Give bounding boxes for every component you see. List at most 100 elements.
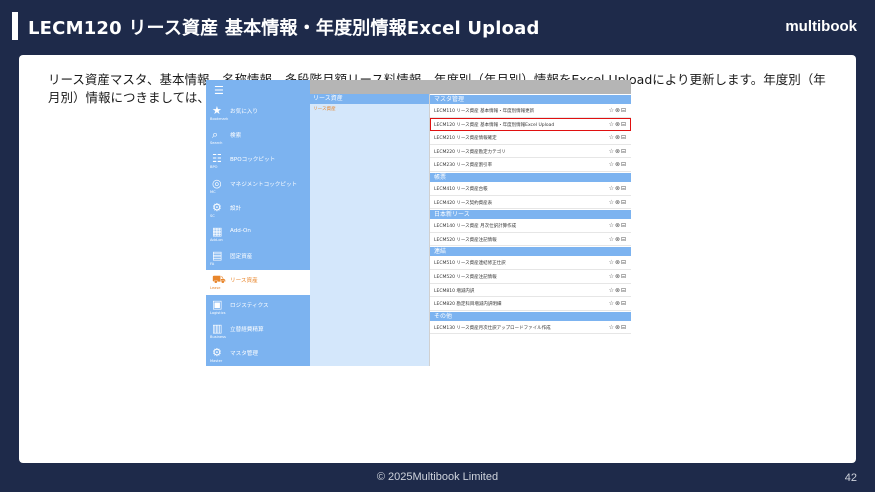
sidebar-item-label: BPOコックピット: [230, 157, 276, 164]
sidebar-item-sublabel: Lease: [210, 286, 221, 291]
sidebar-item-sublabel: Logistics: [210, 310, 226, 315]
row-action-icons[interactable]: ☆⊗⊟: [609, 273, 627, 280]
row-action-icons[interactable]: ☆⊗⊟: [609, 199, 627, 206]
sidebar-item-sublabel: Business: [210, 334, 226, 339]
hamburger-menu-icon[interactable]: ☰: [214, 85, 224, 96]
program-link[interactable]: LECM410 リース資産台帳: [434, 186, 488, 192]
program-link[interactable]: LECM110 リース資産 基本情報・年度別情報更新: [434, 108, 534, 114]
program-row[interactable]: LECM820 勘定科目増減内訳明細 ☆⊗⊟: [430, 297, 631, 311]
program-link[interactable]: LECM820 勘定科目増減内訳明細: [434, 301, 501, 307]
slide-title: LECM120 リース資産 基本情報・年度別情報Excel Upload: [28, 18, 540, 39]
sidebar-item-label: 立替経費精算: [230, 326, 264, 333]
sidebar-item-label: お気に入り: [230, 109, 258, 115]
sidebar-item-sublabel: Search: [210, 141, 223, 146]
row-action-icons[interactable]: ☆⊗⊟: [609, 107, 627, 114]
app-sidebar: ☰ ★ お気に入り Bookmark ⌕ 検索 Search ☷ BPOコックピット BPO ◎ マ…: [206, 80, 310, 366]
program-row[interactable]: LECM810 増減内訳 ☆⊗⊟: [430, 283, 631, 298]
footer-copyright: © 2025Multibook Limited: [376, 471, 499, 483]
star-icon: ★: [212, 104, 222, 117]
program-row[interactable]: LECM220 リース資産勘定カテゴリ ☆⊗⊟: [430, 144, 631, 159]
group-header: 日本新リース: [430, 209, 631, 220]
program-link[interactable]: LECM230 リース資産割引率: [434, 162, 492, 168]
program-list-panel: マスタ管理 LECM110 リース資産 基本情報・年度別情報更新 ☆⊗⊟ LECM12…: [429, 94, 631, 366]
row-action-icons[interactable]: ☆⊗⊟: [609, 259, 627, 266]
page-number: 42: [844, 472, 857, 484]
sidebar-item[interactable]: ★ お気に入り Bookmark: [206, 101, 310, 125]
program-row[interactable]: LECM520 リース資産注記情報 ☆⊗⊟: [430, 269, 631, 284]
program-link[interactable]: LECM140 リース資産 月次仕訳計算作成: [434, 223, 516, 229]
row-action-icons[interactable]: ☆⊗⊟: [609, 121, 627, 128]
sidebar-item[interactable]: ⌕ 検索 Search: [206, 125, 310, 149]
sidebar-item[interactable]: ⚙ 設計 SC: [206, 198, 310, 222]
sidebar-item-label: 固定資産: [230, 254, 253, 261]
group-header: 帳票: [430, 171, 631, 182]
program-row[interactable]: LECM120 リース資産 基本情報・年度別情報Excel Upload ☆⊗⊟: [430, 117, 631, 132]
sidebar-item-label: マスタ管理: [230, 350, 258, 357]
sidebar-item-sublabel: SC: [210, 213, 215, 218]
sidebar-item-sublabel: Bookmark: [210, 117, 229, 121]
sidebar-item-sublabel: Master: [210, 358, 223, 363]
sidebar-item-sublabel: BPO: [210, 165, 218, 170]
sidebar-item-label: 設計: [230, 205, 242, 212]
group-header: 連結: [430, 246, 631, 257]
program-row[interactable]: LECM210 リース資産情報確定 ☆⊗⊟: [430, 131, 631, 145]
row-action-icons[interactable]: ☆⊗⊟: [609, 161, 627, 168]
management-icon: ◎: [212, 176, 222, 190]
title-accent-bar: [12, 12, 18, 40]
sidebar-item-label: Add-On: [230, 227, 251, 234]
sidebar-top: ☰: [206, 80, 310, 101]
row-action-icons[interactable]: ☆⊗⊟: [609, 324, 627, 331]
program-link[interactable]: LECM520 リース資産注記情報: [434, 237, 497, 243]
sidebar-item[interactable]: ◎ マネジメントコックピット MC: [206, 174, 310, 198]
program-row[interactable]: LECM510 リース資産連結修正仕訳 ☆⊗⊟: [430, 256, 631, 270]
program-row[interactable]: LECM230 リース資産割引率 ☆⊗⊟: [430, 158, 631, 172]
app-screenshot: ☰ ★ お気に入り Bookmark ⌕ 検索 Search ☷ BPOコックピット BPO ◎ マ…: [206, 80, 631, 366]
category-header: リース資産: [310, 94, 429, 104]
sidebar-item[interactable]: ⛟ リース資産 Lease: [206, 270, 310, 295]
expense-icon: ▥: [212, 321, 223, 335]
category-panel: リース資産 リース資産: [310, 94, 429, 366]
program-row[interactable]: LECM420 リース契約資産表 ☆⊗⊟: [430, 195, 631, 210]
row-action-icons[interactable]: ☆⊗⊟: [609, 222, 627, 229]
program-link[interactable]: LECM210 リース資産情報確定: [434, 135, 497, 141]
bpo-icon: ☷: [212, 152, 222, 166]
sidebar-item-label: リース資産: [230, 278, 258, 285]
sidebar-item[interactable]: ▥ 立替経費精算 Business: [206, 319, 310, 343]
program-link[interactable]: LECM810 増減内訳: [434, 288, 474, 294]
brand-logo: multibook: [785, 18, 857, 35]
group-header: マスタ管理: [430, 94, 631, 104]
row-action-icons[interactable]: ☆⊗⊟: [609, 236, 627, 243]
program-link[interactable]: LECM220 リース資産勘定カテゴリ: [434, 149, 506, 155]
program-link[interactable]: LECM120 リース資産 基本情報・年度別情報Excel Upload: [434, 122, 554, 128]
program-link[interactable]: LECM510 リース資産連結修正仕訳: [434, 260, 506, 266]
row-action-icons[interactable]: ☆⊗⊟: [609, 148, 627, 155]
row-action-icons[interactable]: ☆⊗⊟: [609, 300, 627, 307]
sidebar-item-label: マネジメントコックピット: [230, 181, 298, 188]
fixed-asset-icon: ▤: [212, 249, 223, 263]
program-link[interactable]: LECM420 リース契約資産表: [434, 200, 492, 206]
program-row[interactable]: LECM130 リース資産月次仕訳アップロードファイル作成 ☆⊗⊟: [430, 320, 631, 335]
program-row[interactable]: LECM110 リース資産 基本情報・年度別情報更新 ☆⊗⊟: [430, 104, 631, 118]
top-gray-band: [310, 80, 631, 94]
sidebar-item[interactable]: ▣ ロジスティクス Logistics: [206, 295, 310, 319]
settings-icon: ⚙: [212, 200, 222, 214]
sidebar-item[interactable]: ⚙ マスタ管理 Master: [206, 343, 310, 366]
sidebar-item-sublabel: MC: [210, 189, 216, 194]
row-action-icons[interactable]: ☆⊗⊟: [609, 134, 627, 141]
program-row[interactable]: LECM410 リース資産台帳 ☆⊗⊟: [430, 181, 631, 196]
program-link[interactable]: LECM130 リース資産月次仕訳アップロードファイル作成: [434, 325, 551, 331]
sidebar-item[interactable]: ▦ Add-On Add-on: [206, 222, 310, 246]
sidebar-item[interactable]: ▤ 固定資産 FA: [206, 246, 310, 270]
lease-asset-icon: ⛟: [212, 273, 226, 287]
sidebar-item-sublabel: Add-on: [210, 237, 223, 242]
row-action-icons[interactable]: ☆⊗⊟: [609, 287, 627, 294]
search-icon: ⌕: [212, 128, 219, 142]
category-item[interactable]: リース資産: [310, 104, 429, 114]
row-action-icons[interactable]: ☆⊗⊟: [609, 185, 627, 192]
addon-icon: ▦: [212, 224, 223, 238]
program-row[interactable]: LECM520 リース資産注記情報 ☆⊗⊟: [430, 232, 631, 247]
program-row[interactable]: LECM140 リース資産 月次仕訳計算作成 ☆⊗⊟: [430, 219, 631, 233]
program-link[interactable]: LECM520 リース資産注記情報: [434, 274, 497, 280]
sidebar-item[interactable]: ☷ BPOコックピット BPO: [206, 149, 310, 173]
logistics-icon: ▣: [212, 297, 223, 311]
